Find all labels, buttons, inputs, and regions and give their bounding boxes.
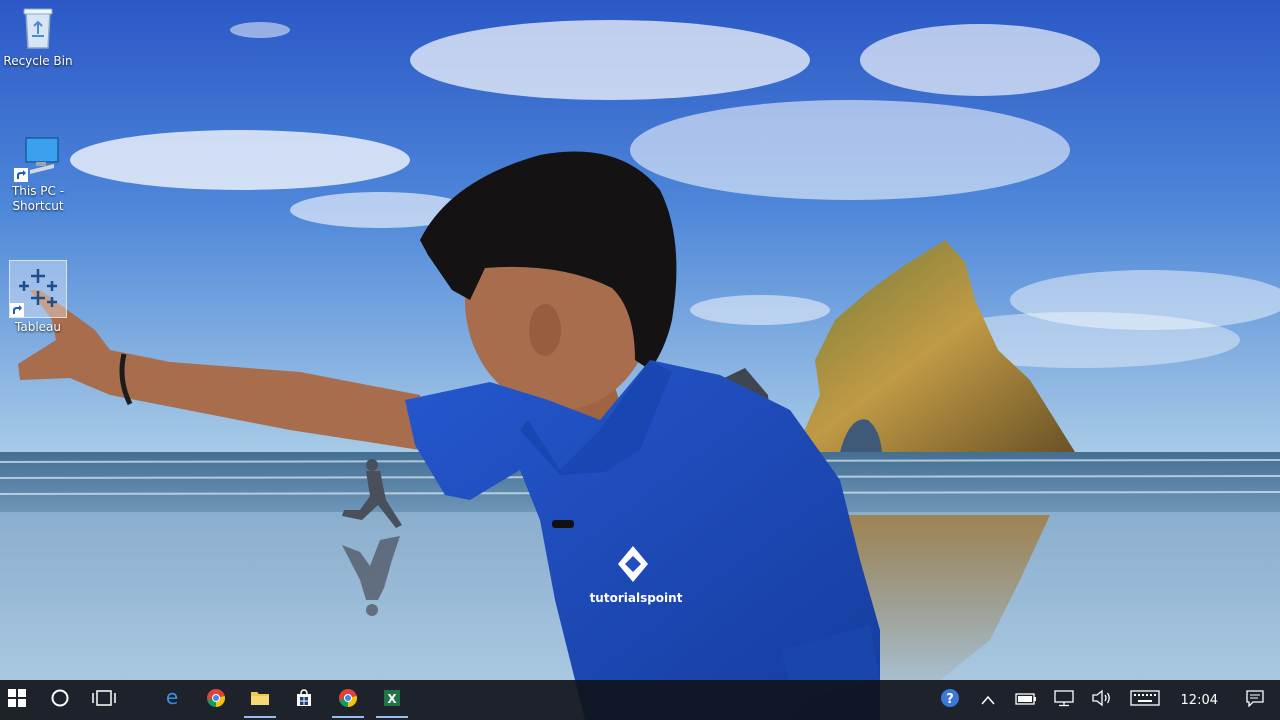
chrome-icon xyxy=(338,688,358,712)
desktop-icon-tableau[interactable]: Tableau xyxy=(0,260,76,335)
taskbar-file-explorer-button[interactable] xyxy=(238,680,282,720)
taskbar-excel-button[interactable]: X xyxy=(370,680,414,720)
desktop-screen: tutorialspoint Recycle Bin This PC - Sho… xyxy=(0,0,1280,720)
lapel-mic xyxy=(552,520,574,528)
tray-volume-button[interactable] xyxy=(1083,680,1121,720)
taskbar: e X ? 12:04 xyxy=(0,680,1280,720)
windows-logo-icon xyxy=(8,689,26,711)
recycle-bin-icon xyxy=(14,4,62,52)
svg-text:X: X xyxy=(387,692,397,706)
task-view-button[interactable] xyxy=(82,680,126,720)
shirt-logo-text: tutorialspoint xyxy=(590,591,683,605)
action-center-icon xyxy=(1245,689,1265,711)
svg-text:e: e xyxy=(166,688,178,708)
network-icon xyxy=(1053,689,1075,711)
tray-battery-button[interactable] xyxy=(1007,680,1045,720)
taskbar-chrome-2-button[interactable] xyxy=(326,680,370,720)
store-icon xyxy=(294,688,314,712)
folder-icon xyxy=(250,689,270,711)
this-pc-icon xyxy=(14,134,62,182)
system-tray: ? 12:04 xyxy=(931,680,1280,720)
action-center-button[interactable] xyxy=(1230,680,1280,720)
presenter-ear xyxy=(529,304,561,356)
desktop-icon-recycle-bin[interactable]: Recycle Bin xyxy=(0,4,76,69)
svg-text:?: ? xyxy=(946,692,954,707)
tray-help-button[interactable]: ? xyxy=(931,680,969,720)
shortcut-arrow-icon xyxy=(14,168,28,182)
desktop-icon-label: Tableau xyxy=(15,320,61,334)
shortcut-arrow-icon xyxy=(10,303,24,317)
desktop-icon-label: This PC - Shortcut xyxy=(11,184,65,213)
tray-network-button[interactable] xyxy=(1045,680,1083,720)
start-button[interactable] xyxy=(0,680,34,720)
taskbar-edge-button[interactable]: e xyxy=(150,680,194,720)
cortana-circle-icon xyxy=(50,688,70,712)
tray-keyboard-button[interactable] xyxy=(1121,680,1169,720)
taskbar-store-button[interactable] xyxy=(282,680,326,720)
task-view-icon xyxy=(91,689,117,711)
cortana-button[interactable] xyxy=(38,680,82,720)
chevron-up-icon xyxy=(980,691,996,710)
taskbar-clock[interactable]: 12:04 xyxy=(1169,680,1230,720)
help-icon: ? xyxy=(940,688,960,712)
desktop-icon-label: Recycle Bin xyxy=(3,54,73,68)
volume-icon xyxy=(1091,689,1113,711)
excel-icon: X xyxy=(382,688,402,712)
keyboard-icon xyxy=(1129,690,1160,710)
edge-icon: e xyxy=(162,685,182,712)
desktop-icon-this-pc[interactable]: This PC - Shortcut xyxy=(0,134,76,214)
taskbar-chrome-button[interactable] xyxy=(194,680,238,720)
desktop-wallpaper: tutorialspoint xyxy=(0,0,1280,720)
chrome-icon xyxy=(206,688,226,712)
tray-show-hidden-button[interactable] xyxy=(969,680,1007,720)
tableau-icon xyxy=(9,260,67,318)
battery-icon xyxy=(1014,691,1037,710)
